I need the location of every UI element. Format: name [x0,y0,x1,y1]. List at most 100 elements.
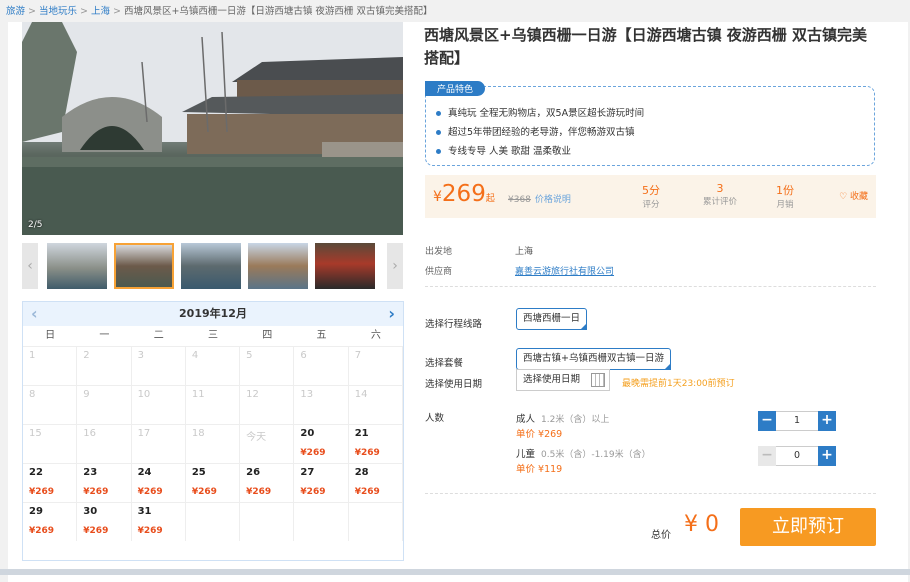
price-calendar: ‹ 2019年12月 › 日 一 二 三 四 五 六 1 2 3 4 5 6 7 8 9 10 11… [22,301,404,561]
child-row: 儿童 0.5米（含）-1.19米（含） 单价 ¥119 [516,449,651,475]
calendar-day-price: ¥269 [29,526,55,536]
calendar-day-number: 今天 [246,432,267,443]
adult-quantity-input[interactable]: 1 [776,411,818,431]
calendar-day-price: ¥269 [137,487,163,497]
product-title: 西塘风景区+乌镇西栅一日游【日游西塘古镇 夜游西栅 双古镇完美搭配】 [424,26,868,67]
calendar-day-cell[interactable]: 30 ¥269 [77,502,132,541]
calendar-day-cell[interactable]: 26 ¥269 [240,463,295,502]
breadcrumb-link-local[interactable]: 当地玩乐 [39,6,77,17]
calendar-day-price: ¥269 [354,487,380,497]
calendar-day-cell: 6 [294,346,349,385]
child-quantity-input[interactable]: 0 [776,446,818,466]
origin-value: 上海 [515,247,534,257]
thumb-next-button[interactable]: › [387,243,403,289]
calendar-day-price: ¥269 [191,487,217,497]
calendar-day-cell [348,502,403,541]
calendar-day-number: 12 [246,389,259,400]
thumbnail-4[interactable] [248,243,308,289]
calendar-day-number: 1 [29,350,36,361]
calendar-day-cell [185,502,241,541]
features-tag: 产品特色 [425,81,486,96]
people-label: 人数 [425,413,445,424]
stat-reviews[interactable]: 3 累计评价 [690,182,750,207]
calendar-day-cell: 2 [77,346,132,385]
calendar-day-cell: 12 [240,385,295,424]
calendar-day-number: 9 [83,389,90,400]
calendar-day-cell[interactable]: 29 ¥269 [23,502,78,541]
calendar-day-cell[interactable]: 24 ¥269 [131,463,186,502]
calendar-day-number: 18 [191,428,205,439]
adult-quantity-stepper: − 1 + [758,411,836,431]
calendar-day-cell[interactable]: 28 ¥269 [348,463,403,502]
calendar-day-cell[interactable]: 20 ¥269 [294,424,349,463]
calendar-weekdays: 日 一 二 三 四 五 六 [23,326,403,346]
calendar-day-cell[interactable]: 21 ¥269 [348,424,403,463]
calendar-day-number: 14 [354,389,368,400]
calendar-day-cell[interactable]: 25 ¥269 [185,463,241,502]
calendar-prev-month-button[interactable]: ‹ [31,302,38,326]
calendar-day-cell [294,502,349,541]
supplier-link[interactable]: 嘉善云游旅行社有限公司 [515,264,614,277]
calendar-day-cell: 今天 [240,424,295,463]
calendar-day-number: 7 [354,350,362,361]
calendar-day-price: ¥269 [300,448,326,458]
chevron-right-icon: › [392,258,398,274]
child-plus-button[interactable]: + [818,446,836,466]
calendar-day-number: 13 [300,389,314,400]
calendar-day-number: 11 [191,389,205,400]
date-picker-input[interactable]: 选择使用日期 [516,369,610,391]
thumb-prev-button[interactable]: ‹ [22,243,38,289]
route-label: 选择行程线路 [425,319,483,330]
calendar-day-cell[interactable]: 22 ¥269 [23,463,78,502]
calendar-day-cell: 11 [185,385,241,424]
calendar-day-number: 6 [300,350,307,361]
calendar-day-cell: 9 [77,385,132,424]
stat-rating: 5分 评分 [642,184,660,210]
calendar-day-cell: 16 [77,424,132,463]
weekday-label: 六 [370,330,381,341]
calendar-day-number: 15 [29,428,42,439]
calendar-day-number: 23 [83,467,98,478]
divider [425,286,876,287]
total-price: ¥ 0 [684,512,719,537]
calendar-day-cell: 1 [23,346,78,385]
main-photo[interactable]: 2/5 [22,22,403,235]
original-price: ¥368 价格说明 [508,195,571,205]
total-label: 总价 [651,530,671,541]
calendar-day-cell: 15 [23,424,78,463]
weekday-label: 五 [316,330,327,341]
package-label: 选择套餐 [425,358,464,369]
adult-row: 成人 1.2米（含）以上 单价 ¥269 [516,414,610,440]
calendar-day-number: 17 [137,428,151,439]
calendar-header: ‹ 2019年12月 › [23,302,403,326]
calendar-day-cell: 5 [240,346,295,385]
calendar-day-cell[interactable]: 23 ¥269 [77,463,132,502]
package-option[interactable]: 西塘古镇+乌镇西栅双古镇一日游 [516,348,671,370]
calendar-day-number: 30 [83,506,98,517]
thumbnail-2[interactable] [114,243,174,289]
breadcrumb-link-travel[interactable]: 旅游 [6,6,25,17]
price-note-link[interactable]: 价格说明 [535,195,571,205]
calendar-day-number: 2 [83,350,90,361]
calendar-day-number: 27 [300,467,315,478]
favorite-button[interactable]: ♡ 收藏 [839,189,868,202]
thumbnail-1[interactable] [47,243,107,289]
book-now-button[interactable]: 立即预订 [740,508,876,546]
calendar-day-price: ¥269 [354,448,380,458]
adult-minus-button[interactable]: − [758,411,776,431]
calendar-day-cell[interactable]: 27 ¥269 [294,463,349,502]
adult-plus-button[interactable]: + [818,411,836,431]
breadcrumb-link-shanghai[interactable]: 上海 [91,6,110,17]
calendar-day-cell: 13 [294,385,349,424]
thumbnail-5[interactable] [315,243,375,289]
breadcrumb-current: 西塘风景区+乌镇西栅一日游【日游西塘古镇 夜游西栅 双古镇完美搭配】 [123,6,433,17]
thumbnail-3[interactable] [181,243,241,289]
calendar-next-month-button[interactable]: › [388,302,395,326]
calendar-day-cell[interactable]: 31 ¥269 [131,502,186,541]
route-option[interactable]: 西塘西栅一日 [516,308,588,330]
child-minus-button[interactable]: − [758,446,776,466]
weekday-label: 四 [262,330,273,341]
weekday-label: 一 [99,330,110,341]
date-deadline-note: 最晚需提前1天23:00前预订 [622,379,735,389]
calendar-day-number: 20 [300,428,315,439]
